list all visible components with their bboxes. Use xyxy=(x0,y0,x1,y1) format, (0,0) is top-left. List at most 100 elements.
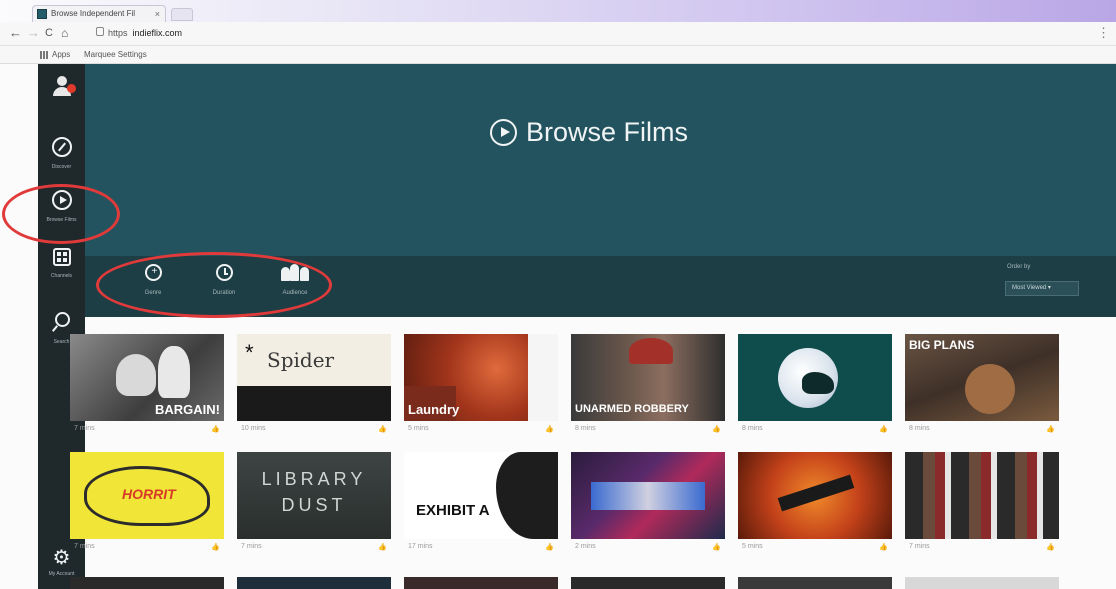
film-thumbnail[interactable] xyxy=(905,452,1059,539)
film-thumbnail[interactable] xyxy=(571,452,725,539)
film-duration: 5 mins xyxy=(408,425,429,432)
order-by-select[interactable]: Most Viewed ▾ xyxy=(1005,281,1079,296)
film-likes: 👍 xyxy=(378,426,387,433)
film-likes: 👍 xyxy=(211,544,220,551)
browser-tab[interactable]: Browse Independent Fil × xyxy=(32,5,166,22)
film-card[interactable]: 2 mins 👍 xyxy=(571,452,725,551)
film-card-partial[interactable] xyxy=(738,577,892,589)
play-circle-icon xyxy=(51,190,72,210)
film-card[interactable]: LIBRARY DUST 7 mins 👍 xyxy=(237,452,391,551)
film-card[interactable]: Spider * 10 mins 👍 xyxy=(237,334,391,433)
compass-icon xyxy=(51,137,72,157)
home-icon[interactable]: ⌂ xyxy=(61,26,68,40)
filter-audience[interactable]: Audience xyxy=(265,264,325,296)
page-title: Browse Films xyxy=(490,115,688,149)
audience-icon xyxy=(280,264,310,281)
sidebar-item-label: Discover xyxy=(51,164,72,170)
tab-title: Browse Independent Fil xyxy=(51,9,136,18)
film-title: Laundry xyxy=(408,402,460,417)
film-title: LIBRARY DUST xyxy=(261,469,367,515)
film-thumbnail[interactable]: Spider * xyxy=(237,334,391,421)
film-card[interactable]: BARGAIN! 7 mins 👍 xyxy=(70,334,224,433)
lock-icon xyxy=(96,27,104,36)
browser-tab-strip: Browse Independent Fil × xyxy=(0,0,1116,22)
filter-duration[interactable]: Duration xyxy=(194,264,254,296)
filter-bar: + Genre Duration Audience Order by Most … xyxy=(85,256,1116,317)
film-thumbnail[interactable]: LIBRARY DUST xyxy=(237,452,391,539)
film-likes: 👍 xyxy=(879,426,888,433)
filter-label: Audience xyxy=(282,290,308,296)
film-card[interactable]: BIG PLANS 8 mins 👍 xyxy=(905,334,1059,433)
film-thumbnail[interactable]: BIG PLANS xyxy=(905,334,1059,421)
new-tab-button[interactable] xyxy=(171,8,193,21)
gear-icon: ⚙ xyxy=(52,547,71,569)
clock-icon xyxy=(215,264,233,281)
film-likes: 👍 xyxy=(1046,426,1055,433)
grid-icon xyxy=(52,248,71,266)
sidebar-item-channels[interactable]: Channels xyxy=(38,248,85,279)
sidebar-item-account[interactable] xyxy=(38,76,85,103)
film-card[interactable]: 8 mins 👍 xyxy=(738,334,892,433)
film-thumbnail[interactable]: UNARMED ROBBERY xyxy=(571,334,725,421)
tab-close-icon[interactable]: × xyxy=(155,6,160,22)
film-title: EXHIBIT A xyxy=(416,502,490,519)
url-field[interactable]: https indieflix.com xyxy=(108,28,182,38)
film-title: UNARMED ROBBERY xyxy=(575,403,689,415)
film-card-partial[interactable] xyxy=(237,577,391,589)
film-likes: 👍 xyxy=(712,544,721,551)
film-likes: 👍 xyxy=(545,544,554,551)
film-card-partial[interactable] xyxy=(905,577,1059,589)
apps-grid-icon xyxy=(40,51,48,59)
film-duration: 8 mins xyxy=(575,425,596,432)
film-card-partial[interactable] xyxy=(571,577,725,589)
film-duration: 2 mins xyxy=(575,543,596,550)
film-thumbnail[interactable] xyxy=(738,334,892,421)
film-title: Spider xyxy=(267,348,335,372)
page-title-text: Browse Films xyxy=(526,116,689,147)
film-duration: 7 mins xyxy=(241,543,262,550)
film-likes: 👍 xyxy=(378,544,387,551)
filter-label: Genre xyxy=(144,290,162,296)
film-thumbnail[interactable]: Laundry xyxy=(404,334,558,421)
sidebar-item-browse-films[interactable]: Browse Films xyxy=(38,190,85,223)
asterisk-icon: * xyxy=(245,340,254,365)
forward-arrow-icon[interactable]: → xyxy=(27,25,40,40)
film-card[interactable]: 5 mins 👍 xyxy=(738,452,892,551)
avatar-icon xyxy=(52,76,76,96)
bookmark-apps[interactable]: Apps xyxy=(52,50,70,59)
hero-banner: Browse Films xyxy=(85,64,1116,256)
back-arrow-icon[interactable]: ← xyxy=(9,25,22,40)
film-thumbnail[interactable] xyxy=(738,452,892,539)
indieflix-app: Discover Browse Films Channels Search ⚙ … xyxy=(2,64,1116,589)
bookmarks-bar: Apps Marquee Settings xyxy=(0,46,1116,64)
film-duration: 7 mins xyxy=(909,543,930,550)
film-duration: 17 mins xyxy=(408,543,433,550)
film-likes: 👍 xyxy=(712,426,721,433)
filter-label: Duration xyxy=(212,290,236,296)
sidebar-item-my-account[interactable]: ⚙ My Account xyxy=(38,548,85,577)
film-card[interactable]: UNARMED ROBBERY 8 mins 👍 xyxy=(571,334,725,433)
filter-genre[interactable]: + Genre xyxy=(123,264,183,296)
film-likes: 👍 xyxy=(879,544,888,551)
film-thumbnail[interactable]: HORRIT xyxy=(70,452,224,539)
bookmark-marquee-settings[interactable]: Marquee Settings xyxy=(84,50,147,59)
film-card-partial[interactable] xyxy=(404,577,558,589)
film-card[interactable]: Laundry 5 mins 👍 xyxy=(404,334,558,433)
order-by-label: Order by xyxy=(1007,264,1031,270)
reload-icon[interactable]: C xyxy=(45,27,53,39)
sidebar-item-discover[interactable]: Discover xyxy=(38,137,85,170)
film-title: BIG PLANS xyxy=(909,338,975,352)
film-thumbnail[interactable]: BARGAIN! xyxy=(70,334,224,421)
page: Browse Independent Fil × ← → C ⌂ https i… xyxy=(0,0,1116,589)
film-thumbnail[interactable]: EXHIBIT A xyxy=(404,452,558,539)
address-bar: ← → C ⌂ https indieflix.com ⋮ xyxy=(0,22,1116,46)
film-card[interactable]: EXHIBIT A 17 mins 👍 xyxy=(404,452,558,551)
film-duration: 10 mins xyxy=(241,425,266,432)
plus-circle-icon: + xyxy=(144,264,162,281)
browser-menu-icon[interactable]: ⋮ xyxy=(1097,25,1110,41)
film-card[interactable]: 7 mins 👍 xyxy=(905,452,1059,551)
film-card[interactable]: HORRIT 7 mins 👍 xyxy=(70,452,224,551)
favicon-icon xyxy=(37,9,47,19)
search-icon xyxy=(51,312,71,332)
film-card-partial[interactable] xyxy=(70,577,224,589)
